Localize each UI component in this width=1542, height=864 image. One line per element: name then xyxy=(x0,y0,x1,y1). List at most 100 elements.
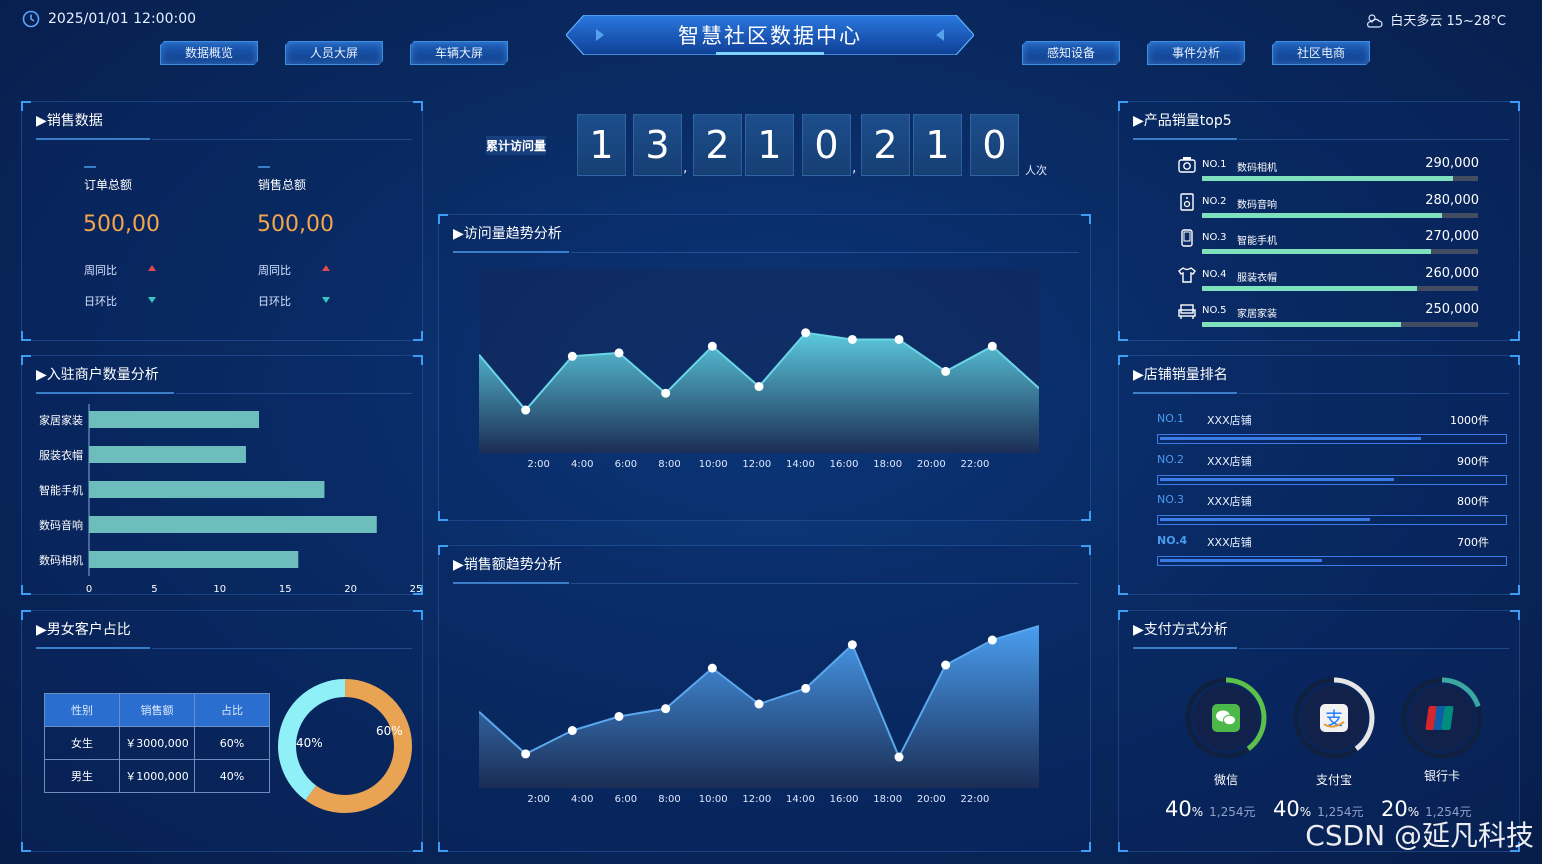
camera-icon xyxy=(1178,157,1196,173)
data-point xyxy=(661,704,671,714)
shop-name: XXX店铺 xyxy=(1207,495,1252,508)
data-point xyxy=(567,351,577,361)
shop-value: 900件 xyxy=(1457,454,1489,468)
progress-track xyxy=(1202,249,1478,254)
payment-ring xyxy=(1185,677,1267,759)
rank-label: NO.4 xyxy=(1202,268,1227,280)
digit-separator: , xyxy=(683,160,688,176)
clock-icon xyxy=(22,10,40,28)
rank-label: NO.4 xyxy=(1157,533,1188,547)
table-cell: 男生 xyxy=(44,759,120,793)
data-point xyxy=(941,366,951,376)
x-tick-label: 2:00 xyxy=(527,459,549,470)
sales-total-label: 销售总额 xyxy=(258,178,307,192)
progress-track xyxy=(1202,322,1478,327)
datetime: 2025/01/01 12:00:00 xyxy=(22,10,196,28)
visits-digit: 1 xyxy=(577,114,626,176)
table-header: 占比 xyxy=(194,693,270,727)
x-tick-label: 20:00 xyxy=(917,459,946,470)
x-tick-label: 16:00 xyxy=(830,459,859,470)
visits-digit: 2 xyxy=(861,114,910,176)
nav-vehicle-screen[interactable]: 车辆大屏 xyxy=(410,41,508,65)
progress-fill xyxy=(1160,477,1394,481)
product-name: 家居家装 xyxy=(1237,309,1277,320)
x-tick-label: 20:00 xyxy=(917,794,946,805)
nav-community-ecommerce[interactable]: 社区电商 xyxy=(1272,41,1370,65)
nav-people-screen[interactable]: 人员大屏 xyxy=(285,41,383,65)
progress-track xyxy=(1157,555,1507,566)
rank-label: NO.3 xyxy=(1157,493,1184,506)
rank-label: NO.2 xyxy=(1157,452,1184,466)
x-tick-label: 8:00 xyxy=(658,459,680,470)
visits-label: 累计访问量 xyxy=(486,136,547,155)
nav-sensor-devices[interactable]: 感知设备 xyxy=(1022,41,1120,65)
merchant-bar xyxy=(89,446,246,463)
slice-label: 60% xyxy=(376,724,403,738)
visit-trend-title: ▶访问量趋势分析 xyxy=(453,226,562,242)
x-tick-label: 5 xyxy=(151,584,157,594)
nav-data-overview[interactable]: 数据概览 xyxy=(160,41,258,65)
payment-item: 微信 40% 1,254元 xyxy=(1165,673,1281,843)
data-point xyxy=(614,348,624,358)
x-tick-label: 4:00 xyxy=(571,794,593,805)
x-tick-label: 10:00 xyxy=(699,794,728,805)
data-point xyxy=(894,752,904,762)
table-cell: 60% xyxy=(194,726,270,760)
progress-track xyxy=(1202,212,1478,218)
list-item: NO.1 数码相机 290,000 xyxy=(1119,154,1519,184)
sales-trend-title: ▶销售额趋势分析 xyxy=(453,557,562,573)
progress-track xyxy=(1157,434,1507,444)
data-point xyxy=(614,711,624,721)
payment-percent: 40% 1,254元 xyxy=(1165,797,1256,821)
table-header: 性别 xyxy=(44,693,120,727)
visits-digit: 1 xyxy=(745,114,794,176)
rank-label: NO.5 xyxy=(1202,305,1227,316)
list-item: NO.3 XXX店铺 800件 xyxy=(1119,491,1519,527)
x-tick-label: 12:00 xyxy=(742,794,771,805)
payment-name: 支付宝 xyxy=(1315,773,1352,787)
gender-table: 性别 销售额 占比 女生 ￥3000,000 60% 男生 ￥1000,000 … xyxy=(44,693,270,793)
payment-ring: 支 xyxy=(1293,677,1375,759)
list-item: NO.4 XXX店铺 700件 xyxy=(1119,532,1519,568)
visits-unit: 人次 xyxy=(1025,164,1047,177)
progress-fill xyxy=(1160,518,1370,521)
data-point xyxy=(847,334,857,344)
nav-event-analysis[interactable]: 事件分析 xyxy=(1147,41,1245,65)
down-arrow-icon xyxy=(148,297,156,303)
shop-name: XXX店铺 xyxy=(1207,454,1252,468)
payment-name: 银行卡 xyxy=(1423,769,1460,783)
alipay-icon: 支 xyxy=(1320,704,1348,732)
rank-label: NO.1 xyxy=(1202,159,1227,170)
slice-label: 40% xyxy=(296,736,323,750)
category-label: 数码音响 xyxy=(39,518,83,532)
payment-name: 微信 xyxy=(1213,773,1238,787)
up-arrow-icon xyxy=(322,265,330,271)
list-item: NO.5 家居家装 250,000 xyxy=(1119,300,1519,330)
table-row: 女生 ￥3000,000 60% xyxy=(44,726,270,760)
payment-title: ▶支付方式分析 xyxy=(1133,622,1228,638)
data-point xyxy=(754,699,764,709)
data-point xyxy=(661,388,671,398)
speaker-icon xyxy=(1180,192,1194,211)
payment-pct-value: 40 xyxy=(1273,797,1300,821)
x-tick-label: 15 xyxy=(279,584,292,594)
data-point xyxy=(801,683,811,693)
sales-panel: ▶销售数据 订单总额 500,00 周同比 日环比 销售总额 500,00 周同… xyxy=(21,101,423,341)
progress-fill xyxy=(1202,249,1432,254)
shop-name: XXX店铺 xyxy=(1207,535,1252,549)
x-tick-label: 4:00 xyxy=(571,459,593,470)
datetime-text: 2025/01/01 12:00:00 xyxy=(48,11,197,27)
order-day-label: 日环比 xyxy=(84,295,117,308)
product-name: 智能手机 xyxy=(1237,236,1277,247)
table-cell: ￥1000,000 xyxy=(119,759,195,793)
progress-track xyxy=(1157,515,1507,525)
merchant-bar xyxy=(89,516,377,533)
x-tick-label: 18:00 xyxy=(873,794,902,805)
data-point xyxy=(987,635,997,645)
shop-value: 800件 xyxy=(1457,495,1489,508)
sales-title: ▶销售数据 xyxy=(36,113,103,129)
progress-fill xyxy=(1202,212,1443,218)
progress-track xyxy=(1157,474,1507,485)
data-point xyxy=(987,341,997,351)
data-point xyxy=(754,382,764,392)
